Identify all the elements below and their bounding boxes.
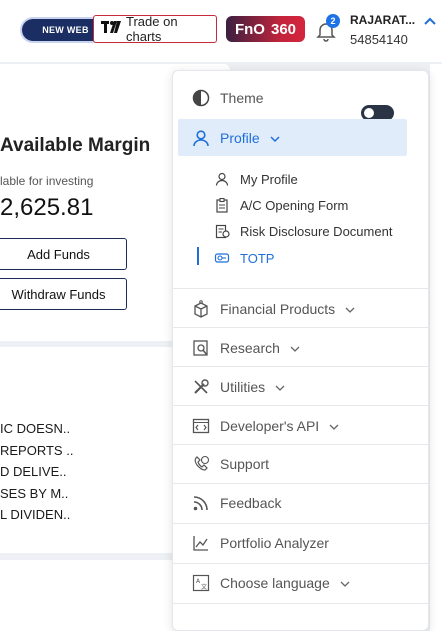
- divider: [173, 288, 428, 289]
- submenu-ac-opening-form[interactable]: A/C Opening Form: [173, 194, 428, 216]
- menu-item-support[interactable]: Support: [173, 453, 428, 475]
- divider: [173, 444, 428, 445]
- financial-products-label: Financial Products: [220, 301, 355, 317]
- risk-disclosure-label: Risk Disclosure Document: [240, 223, 393, 239]
- chart-icon: [191, 533, 211, 553]
- choose-language-label: Choose language: [220, 575, 350, 591]
- research-text: Research: [220, 340, 280, 356]
- news-item[interactable]: REPORTS ..: [0, 443, 73, 465]
- news-item[interactable]: D DELIVE..: [0, 464, 73, 486]
- fno-label: FnO: [234, 20, 265, 38]
- theme-row: Theme: [173, 87, 428, 121]
- chevron-down-icon: [345, 307, 355, 313]
- notification-badge: 2: [326, 14, 340, 28]
- submenu-risk-disclosure[interactable]: Risk Disclosure Document: [173, 220, 428, 242]
- key-icon: [214, 250, 230, 266]
- profile-label: Profile: [220, 130, 280, 146]
- developers-api-text: Developer's API: [220, 418, 320, 434]
- feedback-icon: [191, 493, 211, 513]
- divider: [173, 563, 428, 564]
- news-item[interactable]: IC DOESN..: [0, 421, 73, 443]
- developers-api-label: Developer's API: [220, 418, 339, 434]
- support-label: Support: [220, 456, 270, 472]
- divider: [173, 523, 428, 524]
- submenu-my-profile[interactable]: My Profile: [173, 168, 428, 190]
- right-card: [430, 64, 442, 631]
- news-item[interactable]: L DIVIDEN..: [0, 507, 73, 529]
- fno-value: 360: [270, 20, 297, 38]
- my-profile-label: My Profile: [240, 171, 298, 187]
- margin-value: 2,625.81: [0, 194, 94, 221]
- chevron-down-icon: [275, 385, 285, 391]
- user-icon: [214, 171, 230, 187]
- code-icon: [191, 416, 211, 436]
- ac-opening-form-label: A/C Opening Form: [240, 197, 349, 213]
- user-icon: [191, 128, 211, 148]
- menu-item-utilities[interactable]: Utilities: [173, 376, 428, 398]
- trade-on-charts-label: Trade on charts: [126, 14, 178, 44]
- form-icon: [214, 197, 230, 213]
- chevron-down-icon: [290, 346, 300, 352]
- margin-subtitle: lable for investing: [0, 174, 94, 188]
- divider: [173, 603, 428, 604]
- chevron-up-icon[interactable]: [423, 14, 437, 26]
- portfolio-analyzer-label: Portfolio Analyzer: [220, 535, 329, 551]
- svg-text:文: 文: [201, 583, 207, 591]
- totp-label: TOTP: [240, 250, 275, 266]
- user-name[interactable]: RAJARAT...: [350, 13, 415, 27]
- research-label: Research: [220, 340, 300, 356]
- trade-on-charts-button[interactable]: Trade on charts: [93, 14, 217, 44]
- news-list: IC DOESN.. REPORTS .. D DELIVE.. SES BY …: [0, 421, 73, 529]
- box-icon: [191, 299, 211, 319]
- user-id: 54854140: [350, 32, 408, 47]
- document-icon: [214, 223, 230, 239]
- news-item[interactable]: SES BY M..: [0, 486, 73, 508]
- submenu-totp[interactable]: TOTP: [173, 247, 428, 269]
- menu-item-developers-api[interactable]: Developer's API: [173, 415, 428, 437]
- chevron-down-icon: [340, 581, 350, 587]
- tools-icon: [191, 377, 211, 397]
- menu-item-choose-language[interactable]: A文 Choose language: [173, 572, 428, 594]
- financial-products-text: Financial Products: [220, 301, 336, 317]
- feedback-label: Feedback: [220, 495, 282, 511]
- menu-item-financial-products[interactable]: Financial Products: [173, 298, 428, 320]
- menu-item-profile[interactable]: Profile: [173, 127, 428, 149]
- language-icon: A文: [191, 573, 211, 593]
- add-funds-button[interactable]: Add Funds: [0, 238, 127, 270]
- fno-360-button[interactable]: FnO 360: [226, 16, 305, 42]
- theme-icon: [191, 88, 211, 108]
- theme-label: Theme: [220, 90, 264, 106]
- divider: [173, 405, 428, 406]
- chevron-down-icon: [270, 136, 280, 143]
- top-bar: NEW WEB Trade on charts FnO 360 2 RAJARA…: [0, 0, 442, 62]
- profile-label-text: Profile: [220, 130, 260, 146]
- divider: [173, 327, 428, 328]
- margin-title: Available Margin: [0, 135, 151, 156]
- withdraw-funds-button[interactable]: Withdraw Funds: [0, 278, 127, 310]
- utilities-label: Utilities: [220, 379, 285, 395]
- menu-item-feedback[interactable]: Feedback: [173, 492, 428, 514]
- chevron-down-icon: [329, 424, 339, 430]
- divider: [173, 366, 428, 367]
- choose-language-text: Choose language: [220, 575, 330, 591]
- utilities-text: Utilities: [220, 379, 266, 395]
- user-menu-panel: Theme Profile My Profile A/C Opening For…: [172, 70, 429, 631]
- menu-item-research[interactable]: Research: [173, 337, 428, 359]
- support-icon: [191, 454, 211, 474]
- tradingview-logo-icon: [101, 21, 121, 37]
- divider: [173, 483, 428, 484]
- research-icon: [191, 338, 211, 358]
- menu-item-portfolio-analyzer[interactable]: Portfolio Analyzer: [173, 532, 428, 554]
